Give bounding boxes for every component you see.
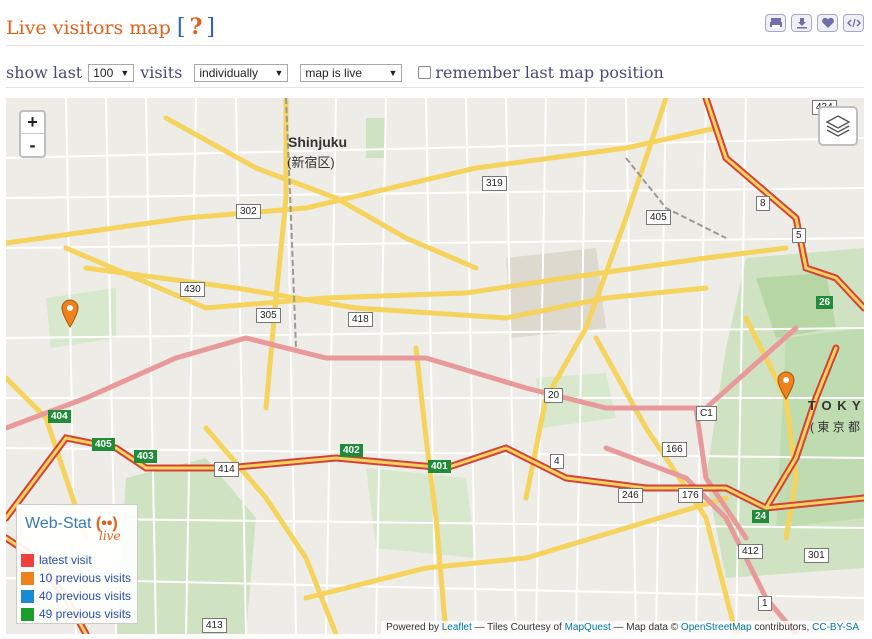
legend-item-49: 49 previous visits [21, 605, 131, 623]
map-label-tokyo: T O K Y [808, 398, 862, 413]
map-status-select[interactable]: map is live ▼ [300, 63, 403, 82]
zoom-out-button[interactable]: - [21, 134, 44, 156]
toolbar [765, 14, 864, 32]
legend-item-40: 40 previous visits [21, 587, 131, 605]
visitors-map[interactable]: Shinjuku (新宿区) T O K Y ( 東 京 都 319 302 4… [6, 98, 864, 634]
display-mode-select[interactable]: individually ▼ [194, 63, 289, 82]
download-button[interactable] [791, 14, 812, 32]
live-label: live [99, 529, 121, 543]
legend-swatch [21, 589, 34, 603]
heart-icon [821, 17, 834, 28]
remember-position-checkbox[interactable] [418, 66, 432, 79]
route-shield: 5 [792, 228, 806, 243]
legend-item-10: 10 previous visits [21, 569, 131, 587]
expressway-shield: 24 [752, 510, 770, 523]
print-button[interactable] [765, 14, 786, 32]
expressway-shield: 402 [340, 444, 363, 457]
route-shield: 405 [646, 210, 671, 225]
map-legend: Web-Stat (••) live latest visit 10 previ… [16, 504, 138, 624]
embed-button[interactable] [843, 14, 864, 32]
route-shield: 4 [550, 454, 564, 469]
route-shield: 412 [738, 544, 763, 559]
favorite-button[interactable] [817, 14, 838, 32]
route-shield: 166 [662, 442, 687, 457]
chevron-down-icon: ▼ [388, 67, 398, 78]
print-icon [769, 18, 782, 28]
route-shield: 176 [678, 488, 703, 503]
route-shield: 246 [618, 488, 643, 503]
chevron-down-icon: ▼ [120, 67, 130, 78]
route-shield: 413 [202, 618, 227, 633]
map-controls: show last 100 ▼ visits individually ▼ map … [6, 58, 864, 88]
zoom-control: + - [19, 110, 46, 158]
route-shield: 414 [214, 462, 239, 477]
page-header: Live visitors map [?] [6, 8, 864, 46]
download-icon [796, 18, 807, 29]
legend-swatch [21, 571, 34, 585]
show-last-label: show last [6, 63, 83, 82]
legend-swatch [21, 607, 34, 621]
license-link[interactable]: CC-BY-SA [812, 622, 859, 633]
zoom-in-button[interactable]: + [21, 112, 44, 134]
visits-label: visits [140, 63, 183, 82]
help-bracket-close: ] [206, 15, 215, 40]
route-shield: 301 [804, 548, 829, 563]
layers-icon [825, 115, 851, 137]
expressway-shield: 405 [92, 438, 115, 451]
layers-button[interactable] [818, 106, 858, 146]
route-shield: 1 [758, 596, 772, 611]
route-shield: C1 [696, 406, 717, 421]
expressway-shield: 26 [816, 296, 834, 309]
page-title: Live visitors map [?] [6, 14, 215, 40]
visitor-marker-icon[interactable] [60, 298, 80, 328]
route-shield: 8 [756, 196, 770, 211]
route-shield: 20 [544, 388, 564, 403]
visitor-marker-icon[interactable] [776, 370, 796, 400]
expressway-shield: 404 [48, 410, 71, 423]
route-shield: 302 [236, 204, 261, 219]
openstreetmap-link[interactable]: OpenStreetMap [681, 622, 752, 633]
chevron-down-icon: ▼ [274, 67, 284, 78]
expressway-shield: 403 [134, 450, 157, 463]
mapquest-link[interactable]: MapQuest [565, 622, 611, 633]
map-attribution: Powered by Leaflet — Tiles Courtesy of M… [381, 621, 864, 634]
route-shield: 418 [348, 312, 373, 327]
route-shield: 319 [482, 176, 507, 191]
legend-swatch [21, 553, 34, 567]
route-shield: 305 [256, 308, 281, 323]
legend-items: latest visit 10 previous visits 40 previ… [21, 551, 131, 623]
visit-count-select[interactable]: 100 ▼ [88, 63, 135, 82]
map-label-shinjuku: Shinjuku [288, 134, 348, 150]
expressway-shield: 401 [428, 460, 451, 473]
help-link[interactable]: ? [185, 14, 206, 40]
legend-item-latest: latest visit [21, 551, 131, 569]
embed-code-icon [846, 18, 861, 28]
route-shield: 430 [180, 282, 205, 297]
map-label-shinjuku-jp: (新宿区) [287, 155, 335, 170]
map-label-tokyo-jp: ( 東 京 都 [810, 420, 860, 434]
leaflet-link[interactable]: Leaflet [442, 622, 472, 633]
remember-position-label[interactable]: remember last map position [435, 63, 663, 82]
